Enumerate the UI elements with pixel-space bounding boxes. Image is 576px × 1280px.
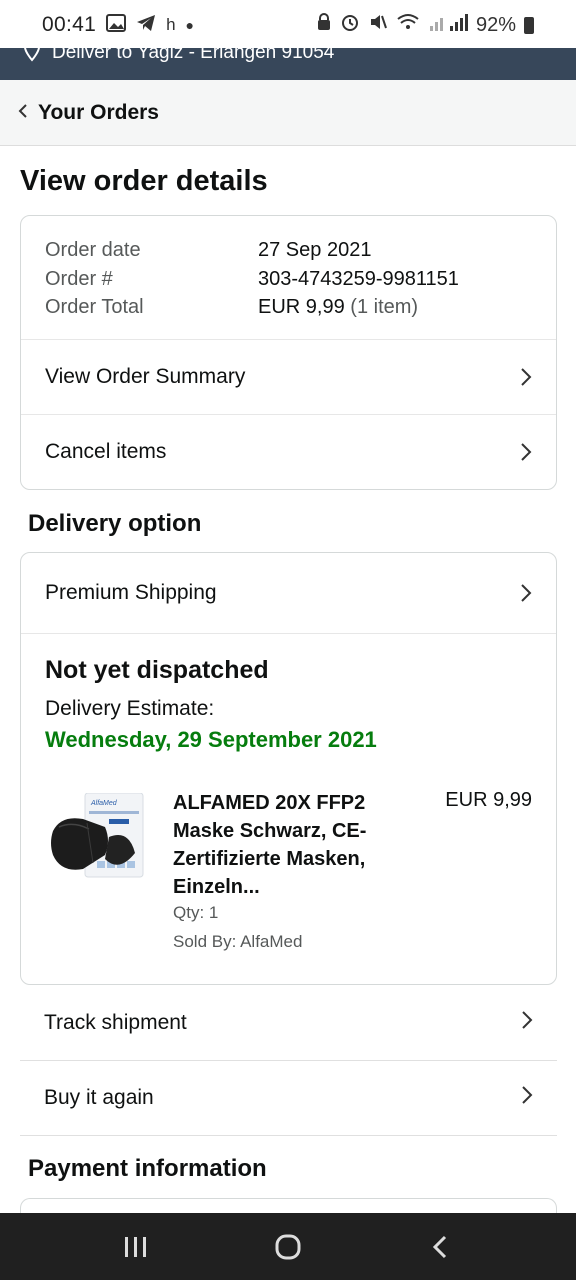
order-total-value: EUR 9,99 (1 item) — [258, 293, 418, 322]
order-total-count: (1 item) — [350, 296, 419, 318]
delivery-card: Premium Shipping Not yet dispatched Deli… — [20, 552, 557, 985]
notification-letter: h — [166, 15, 176, 34]
battery-percent: 92% — [475, 13, 516, 36]
deliver-to-text: Deliver to Yagiz - Erlangen 91054 — [52, 48, 335, 63]
product-qty: Qty: 1 — [173, 903, 219, 922]
delivery-estimate-date: Wednesday, 29 September 2021 — [45, 727, 377, 752]
chevron-right-icon — [521, 1085, 533, 1111]
product-price: EUR 9,99 — [445, 789, 532, 811]
order-total-row: Order Total EUR 9,99 (1 item) — [45, 293, 532, 322]
mute-icon — [368, 12, 388, 38]
status-right: 92% — [316, 12, 534, 38]
dispatch-status: Not yet dispatched — [45, 656, 269, 684]
chevron-left-icon — [18, 101, 28, 124]
cancel-items-label: Cancel items — [45, 440, 167, 463]
recent-apps-button[interactable] — [101, 1217, 171, 1277]
location-pin-icon — [22, 48, 42, 68]
breadcrumb-your-orders[interactable]: Your Orders — [38, 101, 159, 125]
android-nav-bar — [0, 1213, 576, 1280]
view-order-summary-label: View Order Summary — [45, 365, 246, 388]
order-number-value: 303-4743259-9981151 — [258, 267, 459, 290]
order-date-value: 27 Sep 2021 — [258, 239, 372, 261]
product-title[interactable]: ALFAMED 20X FFP2 Maske Schwarz, CE-Zerti… — [173, 789, 403, 901]
alarm-icon — [340, 12, 360, 38]
order-info: Order date 27 Sep 2021 Order # 303-47432… — [21, 216, 556, 339]
product-package-brand: AlfaMed — [90, 800, 118, 807]
payment-information-title: Payment information — [28, 1155, 267, 1182]
product-image[interactable]: AlfaMed — [49, 792, 147, 883]
lock-icon — [316, 13, 332, 37]
order-info-card: Order date 27 Sep 2021 Order # 303-47432… — [20, 215, 557, 490]
status-time: 00:41 — [42, 13, 97, 36]
order-total-label: Order Total — [45, 296, 144, 318]
premium-shipping-row[interactable]: Premium Shipping — [21, 553, 556, 634]
page-title: View order details — [20, 165, 268, 197]
chevron-right-icon — [520, 442, 532, 462]
buy-it-again-label: Buy it again — [44, 1086, 154, 1109]
deliver-to-bar[interactable]: Deliver to Yagiz - Erlangen 91054 — [0, 48, 576, 80]
home-icon — [275, 1234, 301, 1259]
status-left: 00:41 h ● — [42, 13, 194, 37]
signal-icon — [428, 12, 468, 38]
dot-icon: ● — [185, 17, 194, 33]
order-number-row: Order # 303-4743259-9981151 — [45, 265, 532, 294]
deliver-to-content: Deliver to Yagiz - Erlangen 91054 — [22, 48, 334, 68]
product-sold-by: Sold By: AlfaMed — [173, 932, 303, 951]
order-total-amount: EUR 9,99 — [258, 296, 345, 318]
back-icon — [432, 1235, 447, 1258]
view-order-summary-row[interactable]: View Order Summary — [21, 339, 556, 414]
order-number-label: Order # — [45, 267, 113, 290]
track-shipment-label: Track shipment — [44, 1011, 187, 1034]
chevron-right-icon — [520, 583, 532, 603]
cancel-items-row[interactable]: Cancel items — [21, 414, 556, 489]
delivery-estimate-label: Delivery Estimate: — [45, 697, 215, 720]
chevron-right-icon — [520, 367, 532, 387]
breadcrumb[interactable]: Your Orders — [0, 80, 576, 146]
order-date-row: Order date 27 Sep 2021 — [45, 236, 532, 265]
premium-shipping-label: Premium Shipping — [45, 581, 217, 604]
telegram-icon — [136, 14, 156, 37]
back-button[interactable] — [405, 1217, 475, 1277]
buy-it-again-row[interactable]: Buy it again — [20, 1061, 557, 1136]
gallery-icon — [106, 13, 127, 37]
order-item[interactable]: AlfaMed ALFAMED 20X FFP2 Maske Schwarz, … — [45, 789, 532, 969]
delivery-option-title: Delivery option — [28, 510, 202, 537]
dispatch-section: Not yet dispatched Delivery Estimate: We… — [21, 656, 556, 969]
track-shipment-row[interactable]: Track shipment — [20, 986, 557, 1061]
chevron-right-icon — [521, 1010, 533, 1036]
status-bar: 00:41 h ● 92% — [0, 0, 576, 50]
order-date-label: Order date — [45, 239, 141, 261]
wifi-icon — [396, 12, 420, 38]
home-button[interactable] — [253, 1217, 323, 1277]
recent-apps-icon — [125, 1236, 146, 1257]
battery-icon — [524, 16, 534, 34]
